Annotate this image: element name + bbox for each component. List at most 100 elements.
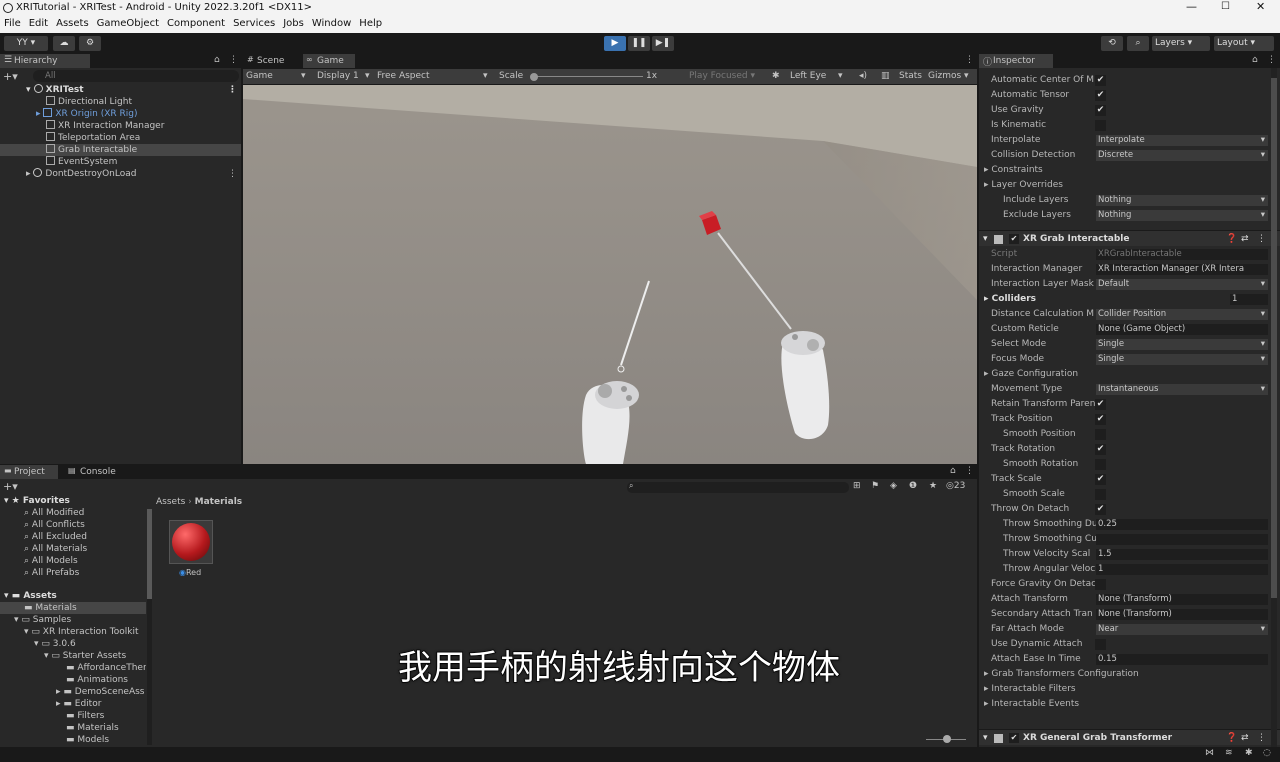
tree-folder[interactable]: ▾ ▭ XR Interaction Toolkit	[0, 626, 138, 638]
tree-folder[interactable]: ▾ ▭ 3.0.6	[0, 638, 76, 650]
lock-icon[interactable]: ⌂	[1252, 55, 1258, 65]
aspect-dropdown[interactable]: Free Aspect ▾	[377, 69, 488, 84]
more-icon[interactable]: ⋮	[965, 55, 974, 65]
project-search-input[interactable]: ⌕	[627, 481, 849, 493]
help-icon[interactable]: ❓	[1226, 730, 1237, 746]
property-field[interactable]: 1	[1096, 564, 1268, 575]
help-icon[interactable]: ❓	[1226, 231, 1237, 247]
hierarchy-item-selected[interactable]: Grab Interactable	[0, 144, 241, 156]
filter-type-icon[interactable]: ⊞	[853, 481, 861, 491]
property-dropdown[interactable]: Instantaneous ▾	[1096, 384, 1268, 395]
menu-component[interactable]: Component	[163, 16, 229, 31]
preset-icon[interactable]: ⇄	[1241, 730, 1249, 746]
menu-gameobject[interactable]: GameObject	[93, 16, 163, 31]
tab-hierarchy[interactable]: Hierarchy	[0, 54, 90, 68]
play-focused-dropdown[interactable]: Play Focused ▾	[689, 69, 755, 84]
property-dropdown[interactable]: Near ▾	[1096, 624, 1268, 635]
component-enable-checkbox[interactable]: ✔	[1009, 733, 1019, 743]
tree-folder[interactable]: ▬ Materials	[0, 722, 119, 734]
property-field[interactable]: None (Transform)	[1096, 609, 1268, 620]
hierarchy-search-input[interactable]: All	[33, 70, 239, 82]
eye-dropdown[interactable]: Left Eye ▾	[790, 69, 843, 84]
menu-help[interactable]: Help	[355, 16, 386, 31]
foldout-row[interactable]: ▸ Grab Transformers Configuration	[984, 669, 1139, 679]
lock-icon[interactable]: ⌂	[214, 55, 220, 65]
hierarchy-item[interactable]: EventSystem	[0, 156, 117, 168]
tree-folder-selected[interactable]: ▬ Materials	[0, 602, 146, 614]
scale-slider-track[interactable]	[531, 76, 643, 77]
favorite-star-icon[interactable]: ★	[929, 481, 937, 491]
account-dropdown[interactable]: YY ▾	[4, 36, 48, 51]
property-dropdown[interactable]: Single ▾	[1096, 354, 1268, 365]
component-menu-icon[interactable]: ⋮	[1257, 730, 1266, 746]
hierarchy-item[interactable]: XR Interaction Manager	[0, 120, 164, 132]
scene-menu-icon[interactable]: ⋮	[228, 168, 237, 180]
asset-label[interactable]: ◉Red	[179, 568, 201, 577]
component-menu-icon[interactable]: ⋮	[1257, 231, 1266, 247]
play-button[interactable]: ▶	[604, 36, 626, 51]
game-viewport[interactable]	[243, 85, 977, 464]
asset-thumbnail[interactable]	[169, 520, 213, 564]
stats-button[interactable]: Stats	[899, 69, 922, 84]
audio-mute-icon[interactable]: ◂)	[859, 69, 867, 84]
tree-folder[interactable]: ▬ Filters	[0, 710, 104, 722]
preset-icon[interactable]: ⇄	[1241, 231, 1249, 247]
scale-slider-handle[interactable]	[530, 73, 538, 81]
cache-icon[interactable]: ≋	[1225, 748, 1233, 758]
scene-menu-icon[interactable]: ⋮	[228, 84, 237, 96]
property-checkbox[interactable]	[1095, 429, 1106, 440]
hierarchy-item[interactable]: Teleportation Area	[0, 132, 140, 144]
menu-jobs[interactable]: Jobs	[279, 16, 308, 31]
property-checkbox[interactable]: ✔	[1095, 444, 1106, 455]
property-dropdown[interactable]: Nothing ▾	[1096, 195, 1268, 206]
search-icon[interactable]: ⌕	[1127, 36, 1149, 51]
progress-icon[interactable]: ◌	[1263, 748, 1271, 758]
breadcrumb-item[interactable]: Assets	[156, 497, 185, 507]
favorite-item[interactable]: ⌕ All Materials	[0, 543, 87, 555]
favorite-item[interactable]: ⌕ All Conflicts	[0, 519, 85, 531]
foldout-row[interactable]: ▸ Constraints	[984, 165, 1043, 175]
game-mode-dropdown[interactable]: Game ▾	[246, 69, 306, 84]
tree-folder[interactable]: ▸ ▬ DemoSceneAss	[0, 686, 145, 698]
property-field[interactable]: 0.25	[1096, 519, 1268, 530]
tree-scrollbar-thumb[interactable]	[147, 509, 152, 599]
tree-folder[interactable]: ▾ ▭ Samples	[0, 614, 71, 626]
property-field[interactable]	[1096, 534, 1268, 545]
gizmos-dropdown[interactable]: Gizmos ▾	[928, 69, 969, 84]
favorite-item[interactable]: ⌕ All Prefabs	[0, 567, 79, 579]
menu-file[interactable]: File	[0, 16, 25, 31]
property-field[interactable]: XR Interaction Manager (XR Intera	[1096, 264, 1268, 275]
maximize-button[interactable]: ☐	[1221, 1, 1230, 12]
settings-gear-icon[interactable]: ⚙	[79, 36, 101, 51]
foldout-row[interactable]: ▸ Interactable Filters	[984, 684, 1076, 694]
foldout-row[interactable]: ▸ Gaze Configuration	[984, 369, 1078, 379]
property-dropdown[interactable]: Nothing ▾	[1096, 210, 1268, 221]
property-checkbox[interactable]	[1095, 459, 1106, 470]
assets-header[interactable]: ▾ ▬ Assets	[0, 590, 57, 602]
property-field[interactable]: None (Game Object)	[1096, 324, 1268, 335]
general-grab-transformer-header[interactable]: ▾ ✔ XR General Grab Transformer ❓ ⇄ ⋮	[979, 729, 1280, 745]
bug-icon[interactable]: ✱	[772, 69, 780, 84]
property-field[interactable]: None (Transform)	[1096, 594, 1268, 605]
history-icon[interactable]: ⟲	[1101, 36, 1123, 51]
property-checkbox[interactable]: ✔	[1095, 399, 1106, 410]
menu-window[interactable]: Window	[308, 16, 355, 31]
property-dropdown[interactable]: Default ▾	[1096, 279, 1268, 290]
tree-folder[interactable]: ▾ ▭ Starter Assets	[0, 650, 126, 662]
add-object-button[interactable]: +▾	[3, 70, 18, 83]
property-checkbox[interactable]: ✔	[1095, 90, 1106, 101]
scene-root-row[interactable]: ▾ XRITest ⋮	[0, 84, 241, 96]
property-dropdown[interactable]: Interpolate ▾	[1096, 135, 1268, 146]
cloud-icon[interactable]: ☁	[53, 36, 75, 51]
component-enable-checkbox[interactable]: ✔	[1009, 234, 1019, 244]
close-button[interactable]: ✕	[1256, 0, 1265, 13]
property-checkbox[interactable]: ✔	[1095, 474, 1106, 485]
more-icon[interactable]: ⋮	[1267, 55, 1276, 65]
hierarchy-item[interactable]: Directional Light	[0, 96, 132, 108]
favorite-item[interactable]: ⌕ All Models	[0, 555, 78, 567]
favorite-item[interactable]: ⌕ All Modified	[0, 507, 84, 519]
menu-assets[interactable]: Assets	[52, 16, 93, 31]
tree-folder[interactable]: ▸ ▬ Editor	[0, 698, 101, 710]
inspector-scrollbar[interactable]	[1271, 68, 1277, 747]
filter-label-icon[interactable]: ⚑	[871, 481, 879, 491]
